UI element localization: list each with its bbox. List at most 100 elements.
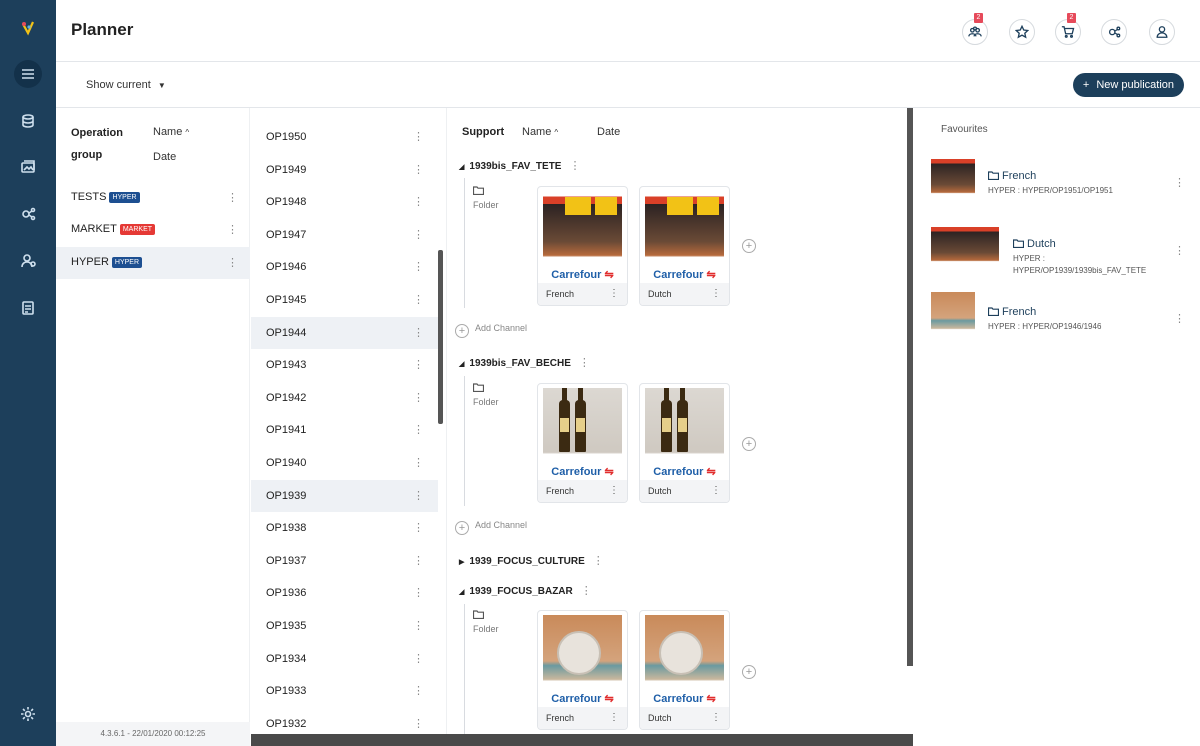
sort-by-name[interactable]: Name ^ (153, 126, 189, 138)
favourite-item[interactable]: French HYPER : HYPER/OP1951/OP1951 ⋮ (931, 156, 1199, 216)
more-options-icon[interactable]: ⋮ (413, 197, 424, 208)
folder-node[interactable]: Folder (473, 610, 499, 634)
operation-row[interactable]: OP1945⋮ (251, 284, 438, 316)
more-options-icon[interactable]: ⋮ (1174, 178, 1185, 189)
sort-by-name[interactable]: Name ^ (522, 126, 558, 138)
more-options-icon[interactable]: ⋮ (227, 225, 238, 236)
more-options-icon[interactable]: ⋮ (1174, 314, 1185, 325)
more-options-icon[interactable]: ⋮ (413, 328, 424, 339)
sort-by-date[interactable]: Date (597, 126, 620, 138)
publication-card[interactable]: Carrefour ⇋ French⋮ (537, 186, 628, 306)
more-options-icon[interactable]: ⋮ (413, 295, 424, 306)
more-options-icon[interactable]: ⋮ (413, 165, 424, 176)
settings-gear-icon[interactable] (14, 700, 42, 728)
group-row-tests[interactable]: TESTSHYPER ⋮ (56, 182, 250, 214)
more-options-icon[interactable]: ⋮ (413, 621, 424, 632)
operation-row[interactable]: OP1938⋮ (251, 512, 438, 544)
operation-row[interactable]: OP1943⋮ (251, 349, 438, 381)
folder-node[interactable]: Folder (473, 186, 499, 210)
operation-row[interactable]: OP1942⋮ (251, 382, 438, 414)
media-library-icon[interactable] (14, 153, 42, 181)
horizontal-scrollbar[interactable] (251, 734, 913, 746)
groups-button[interactable]: 2 (962, 19, 988, 45)
workflow-settings-button[interactable] (1101, 19, 1127, 45)
more-options-icon[interactable]: ⋮ (711, 712, 721, 723)
operation-row[interactable]: OP1950⋮ (251, 121, 438, 153)
support-section[interactable]: ▶1939_FOCUS_CULTURE⋮ (459, 556, 604, 567)
support-section[interactable]: ◢1939bis_FAV_TETE⋮ (459, 161, 580, 172)
more-options-icon[interactable]: ⋮ (609, 288, 619, 299)
operation-row[interactable]: OP1949⋮ (251, 154, 438, 186)
more-options-icon[interactable]: ⋮ (227, 258, 238, 269)
settings-network-icon[interactable] (14, 200, 42, 228)
more-options-icon[interactable]: ⋮ (609, 712, 619, 723)
new-publication-button[interactable]: + New publication (1073, 73, 1184, 97)
operation-row[interactable]: OP1932⋮ (251, 708, 438, 734)
user-admin-icon[interactable] (14, 247, 42, 275)
more-options-icon[interactable]: ⋮ (413, 132, 424, 143)
more-options-icon[interactable]: ⋮ (413, 425, 424, 436)
operation-row[interactable]: OP1934⋮ (251, 643, 438, 675)
publication-card[interactable]: Carrefour ⇋ French⋮ (537, 610, 628, 730)
planner-list-icon[interactable] (14, 60, 42, 88)
more-options-icon[interactable]: ⋮ (413, 262, 424, 273)
more-options-icon[interactable]: ⋮ (413, 360, 424, 371)
more-options-icon[interactable]: ⋮ (609, 485, 619, 496)
more-options-icon[interactable]: ⋮ (227, 193, 238, 204)
more-options-icon[interactable]: ⋮ (711, 288, 721, 299)
operation-row[interactable]: OP1944⋮ (251, 317, 438, 349)
favourites-button[interactable] (1009, 19, 1035, 45)
publication-card[interactable]: Carrefour ⇋ Dutch⋮ (639, 610, 730, 730)
database-icon[interactable] (14, 107, 42, 135)
more-options-icon[interactable]: ⋮ (413, 491, 424, 502)
add-publication-icon[interactable]: + (742, 437, 756, 451)
add-publication-icon[interactable]: + (742, 665, 756, 679)
operation-row[interactable]: OP1940⋮ (251, 447, 438, 479)
group-row-hyper[interactable]: HYPERHYPER ⋮ (56, 247, 250, 279)
user-profile-button[interactable] (1149, 19, 1175, 45)
add-channel-button[interactable]: +Add Channel (455, 323, 527, 338)
publication-card[interactable]: Carrefour ⇋ Dutch⋮ (639, 186, 730, 306)
sort-by-date[interactable]: Date (153, 151, 176, 163)
show-current-dropdown[interactable]: Show current ▼ (86, 79, 166, 91)
more-options-icon[interactable]: ⋮ (579, 357, 590, 369)
more-options-icon[interactable]: ⋮ (413, 556, 424, 567)
more-options-icon[interactable]: ⋮ (413, 458, 424, 469)
operation-row[interactable]: OP1941⋮ (251, 414, 438, 446)
more-options-icon[interactable]: ⋮ (413, 654, 424, 665)
operation-row[interactable]: OP1947⋮ (251, 219, 438, 251)
more-options-icon[interactable]: ⋮ (413, 393, 424, 404)
more-options-icon[interactable]: ⋮ (413, 686, 424, 697)
favourite-item[interactable]: French HYPER : HYPER/OP1946/1946 ⋮ (931, 292, 1199, 352)
support-section[interactable]: ◢1939_FOCUS_BAZAR⋮ (459, 586, 592, 597)
group-row-market[interactable]: MARKETMARKET ⋮ (56, 214, 250, 246)
app-logo-icon[interactable] (14, 14, 42, 42)
operation-row[interactable]: OP1948⋮ (251, 186, 438, 218)
document-icon[interactable] (14, 294, 42, 322)
more-options-icon[interactable]: ⋮ (413, 523, 424, 534)
publication-card[interactable]: Carrefour ⇋ Dutch⋮ (639, 383, 730, 503)
more-options-icon[interactable]: ⋮ (569, 160, 580, 172)
more-options-icon[interactable]: ⋮ (581, 585, 592, 597)
add-channel-button[interactable]: +Add Channel (455, 520, 527, 535)
more-options-icon[interactable]: ⋮ (413, 588, 424, 599)
more-options-icon[interactable]: ⋮ (711, 485, 721, 496)
operations-scrollbar[interactable] (438, 250, 443, 424)
folder-node[interactable]: Folder (473, 383, 499, 407)
more-options-icon[interactable]: ⋮ (413, 719, 424, 730)
more-options-icon[interactable]: ⋮ (413, 230, 424, 241)
supports-vertical-scrollbar[interactable] (907, 108, 913, 666)
operation-row[interactable]: OP1933⋮ (251, 675, 438, 707)
cart-button[interactable]: 2 (1055, 19, 1081, 45)
support-section[interactable]: ◢1939bis_FAV_BECHE⋮ (459, 358, 590, 369)
operation-row[interactable]: OP1939⋮ (251, 480, 438, 512)
operation-row[interactable]: OP1936⋮ (251, 577, 438, 609)
operation-row[interactable]: OP1946⋮ (251, 251, 438, 283)
more-options-icon[interactable]: ⋮ (593, 555, 604, 567)
more-options-icon[interactable]: ⋮ (1174, 246, 1185, 257)
publication-card[interactable]: Carrefour ⇋ French⋮ (537, 383, 628, 503)
operation-row[interactable]: OP1935⋮ (251, 610, 438, 642)
operation-row[interactable]: OP1937⋮ (251, 545, 438, 577)
favourite-item[interactable]: Dutch HYPER : HYPER/OP1939/1939bis_FAV_T… (931, 224, 1199, 284)
add-publication-icon[interactable]: + (742, 239, 756, 253)
